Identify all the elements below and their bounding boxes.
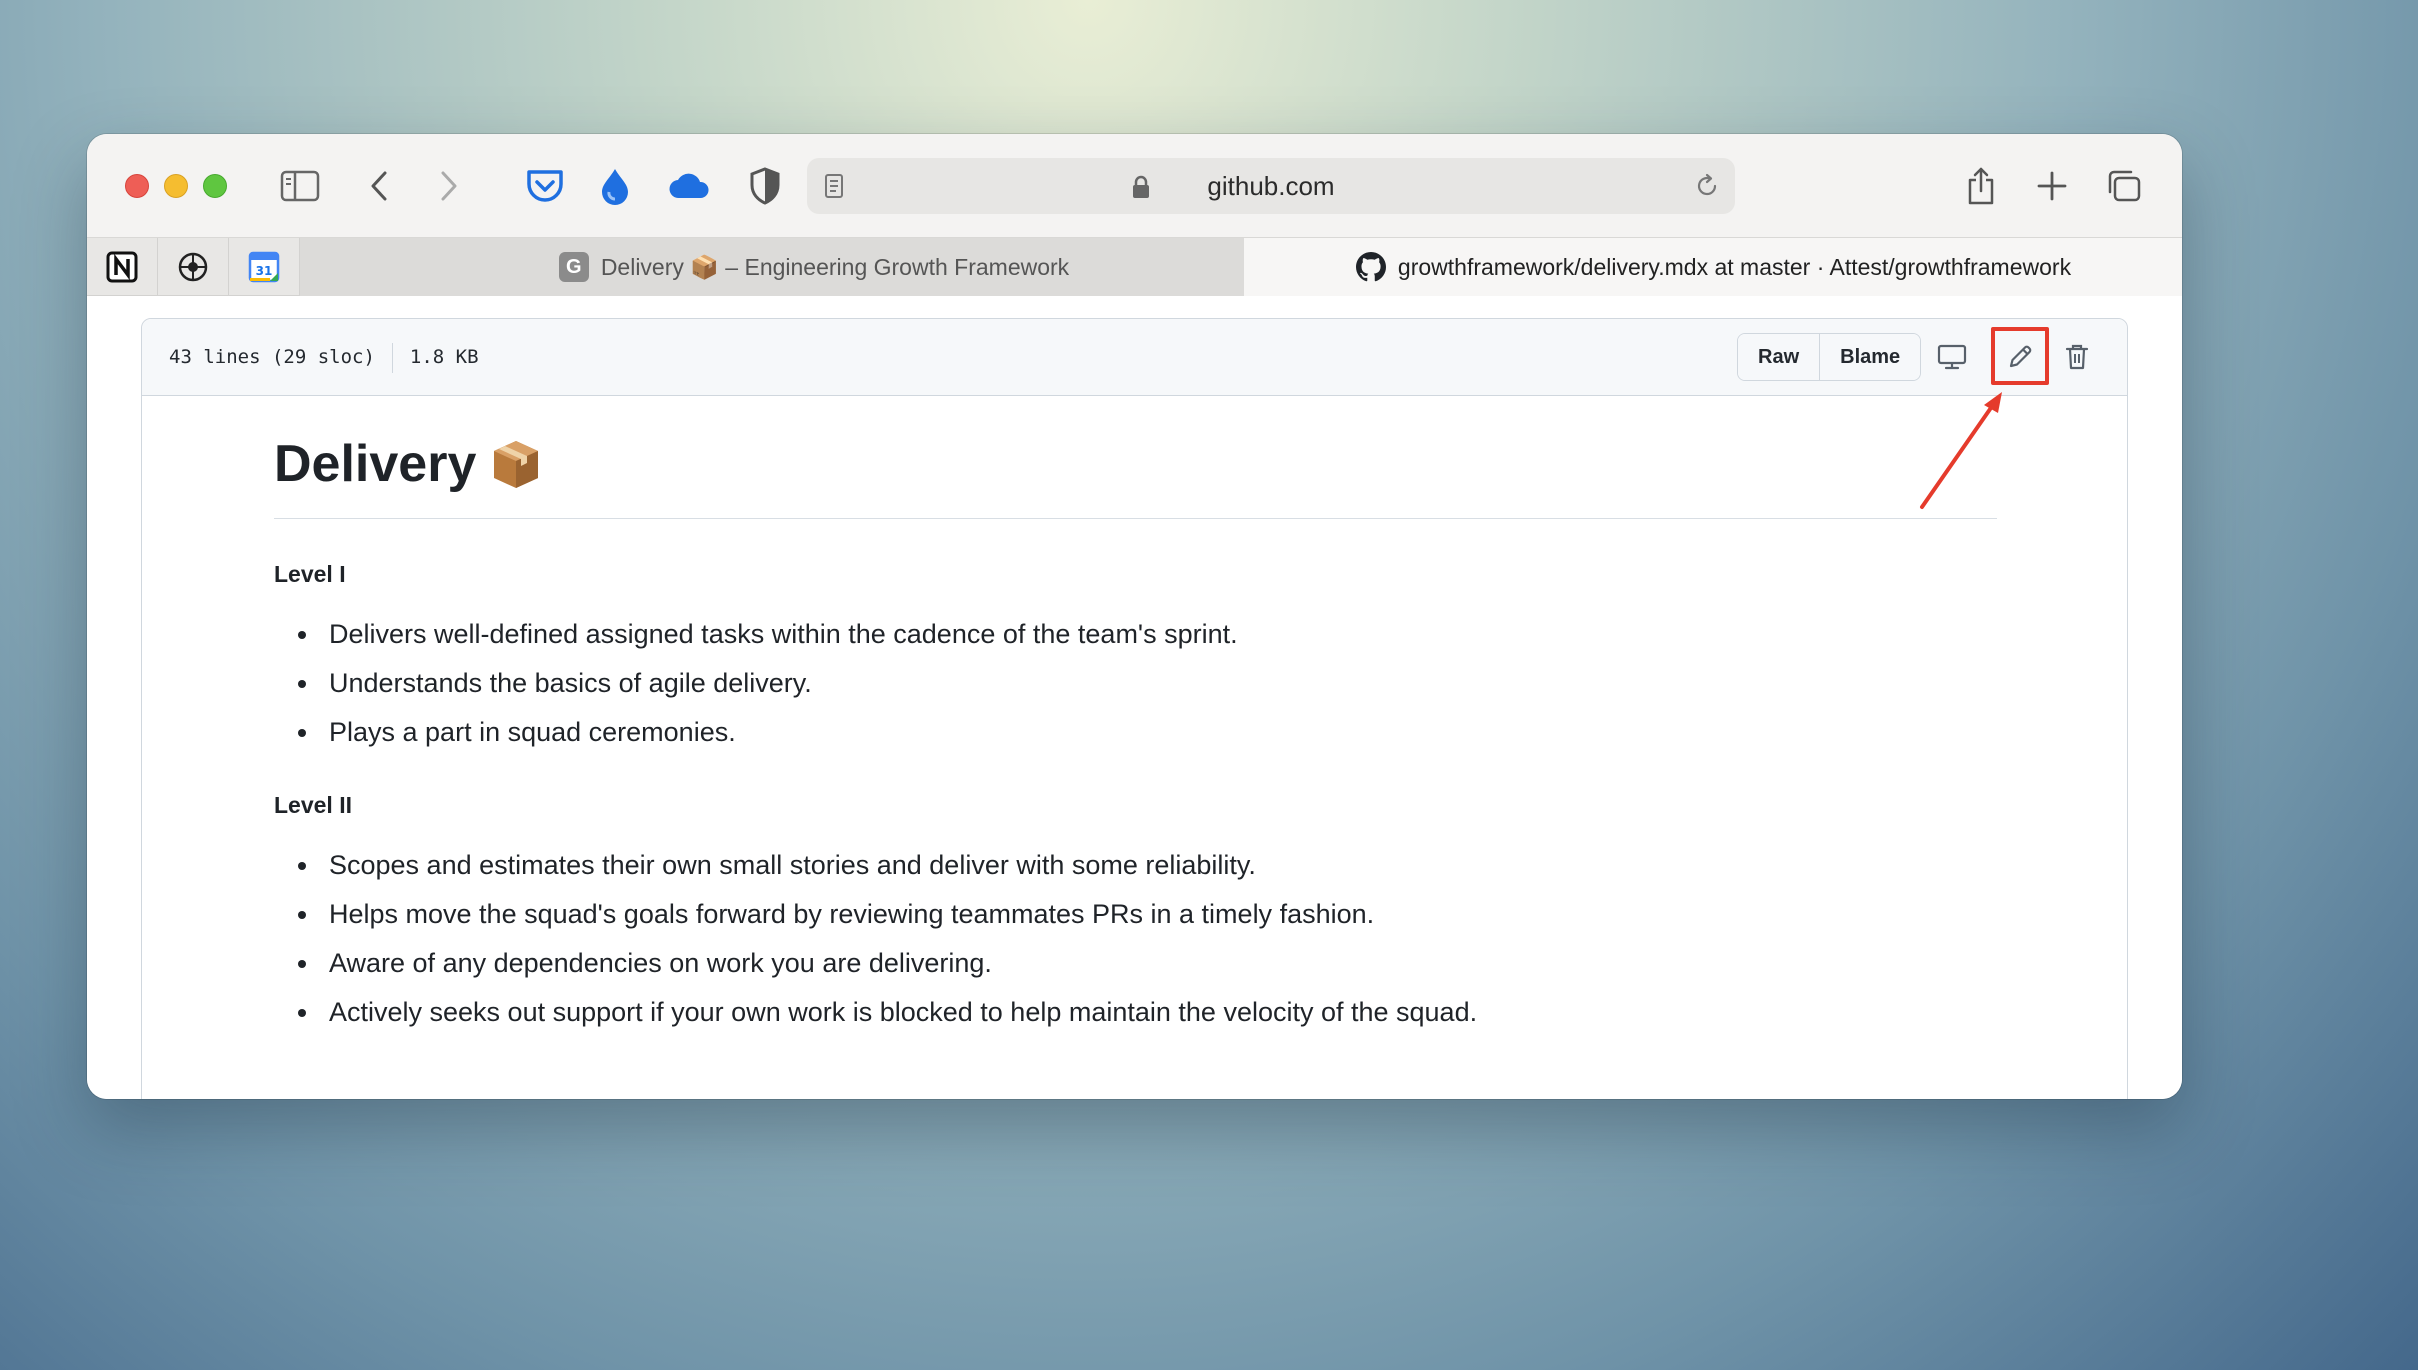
- divider: [391, 342, 393, 373]
- line-count: 43 lines (29 sloc): [169, 346, 375, 368]
- view-button-group: Raw Blame: [1737, 333, 1922, 381]
- page-title: Delivery: [274, 419, 1997, 519]
- close-window-button[interactable]: [125, 174, 149, 198]
- title-text: Delivery: [274, 434, 477, 493]
- list-item: Actively seeks out support if your own w…: [274, 995, 1997, 1044]
- drop-icon[interactable]: [591, 162, 639, 210]
- zoom-window-button[interactable]: [203, 174, 227, 198]
- calendar-icon: 31: [248, 251, 280, 282]
- package-icon: [488, 436, 544, 492]
- file-meta: 43 lines (29 sloc) 1.8 KB: [169, 319, 479, 396]
- back-icon[interactable]: [355, 162, 403, 210]
- file-header: 43 lines (29 sloc) 1.8 KB Raw Blame: [142, 319, 2127, 396]
- sidebar-toggle-icon[interactable]: [276, 162, 324, 210]
- tab-overview-icon[interactable]: [2100, 162, 2148, 210]
- share-icon[interactable]: [1957, 162, 2005, 210]
- desktop-icon[interactable]: [1928, 333, 1976, 381]
- lock-icon: [1131, 175, 1151, 204]
- address-text[interactable]: github.com: [807, 158, 1735, 214]
- list-item: Plays a part in squad ceremonies.: [274, 715, 1997, 764]
- list-item: Scopes and estimates their own small sto…: [274, 848, 1997, 897]
- notion-icon: [106, 251, 138, 282]
- cloud-icon[interactable]: [665, 162, 713, 210]
- new-tab-icon[interactable]: [2028, 162, 2076, 210]
- level-1-list: Delivers well-defined assigned tasks wit…: [274, 617, 1997, 764]
- compass-icon: [178, 252, 208, 281]
- reload-icon[interactable]: [1693, 172, 1721, 205]
- pocket-icon[interactable]: [521, 162, 569, 210]
- minimize-window-button[interactable]: [164, 174, 188, 198]
- pinned-tab-compass[interactable]: [158, 238, 229, 295]
- level-2-list: Scopes and estimates their own small sto…: [274, 848, 1997, 1044]
- browser-toolbar: github.com: [87, 134, 2182, 238]
- pinned-tab-notion[interactable]: [87, 238, 158, 295]
- g-favicon: G: [558, 252, 589, 282]
- list-item: Delivers well-defined assigned tasks wit…: [274, 617, 1997, 666]
- forward-icon[interactable]: [425, 162, 473, 210]
- section-heading: Level II: [274, 792, 352, 818]
- address-bar[interactable]: github.com: [807, 158, 1735, 214]
- file-box: 43 lines (29 sloc) 1.8 KB Raw Blame Deli…: [141, 318, 2128, 1099]
- browser-window: github.com 31 G Delivery 📦 – Engineering…: [87, 134, 2182, 1099]
- list-item: Understands the basics of agile delivery…: [274, 666, 1997, 715]
- tab-bar: 31 G Delivery 📦 – Engineering Growth Fra…: [87, 238, 2182, 296]
- svg-text:31: 31: [256, 264, 273, 278]
- trash-icon[interactable]: [2053, 333, 2101, 381]
- file-size: 1.8 KB: [409, 346, 479, 368]
- pinned-tab-calendar[interactable]: 31: [229, 238, 300, 295]
- tab-delivery[interactable]: G Delivery 📦 – Engineering Growth Framew…: [300, 238, 1329, 296]
- annotation-arrow: [1920, 392, 2002, 509]
- page-content: 43 lines (29 sloc) 1.8 KB Raw Blame Deli…: [87, 297, 2182, 1099]
- tab-github[interactable]: growthframework/delivery.mdx at master ·…: [1244, 238, 2182, 296]
- shield-icon[interactable]: [741, 162, 789, 210]
- tab-label: growthframework/delivery.mdx at master ·…: [1397, 253, 2072, 280]
- raw-button[interactable]: Raw: [1738, 334, 1820, 380]
- tab-label: Delivery 📦 – Engineering Growth Framewor…: [600, 253, 1070, 280]
- github-icon: [1355, 252, 1386, 282]
- list-item: Aware of any dependencies on work you ar…: [274, 946, 1997, 995]
- markdown-body: Delivery Level I Delivers well-defined a…: [274, 419, 1997, 1044]
- section-heading: Level I: [274, 561, 346, 587]
- list-item: Helps move the squad's goals forward by …: [274, 897, 1997, 946]
- blame-button[interactable]: Blame: [1819, 334, 1921, 380]
